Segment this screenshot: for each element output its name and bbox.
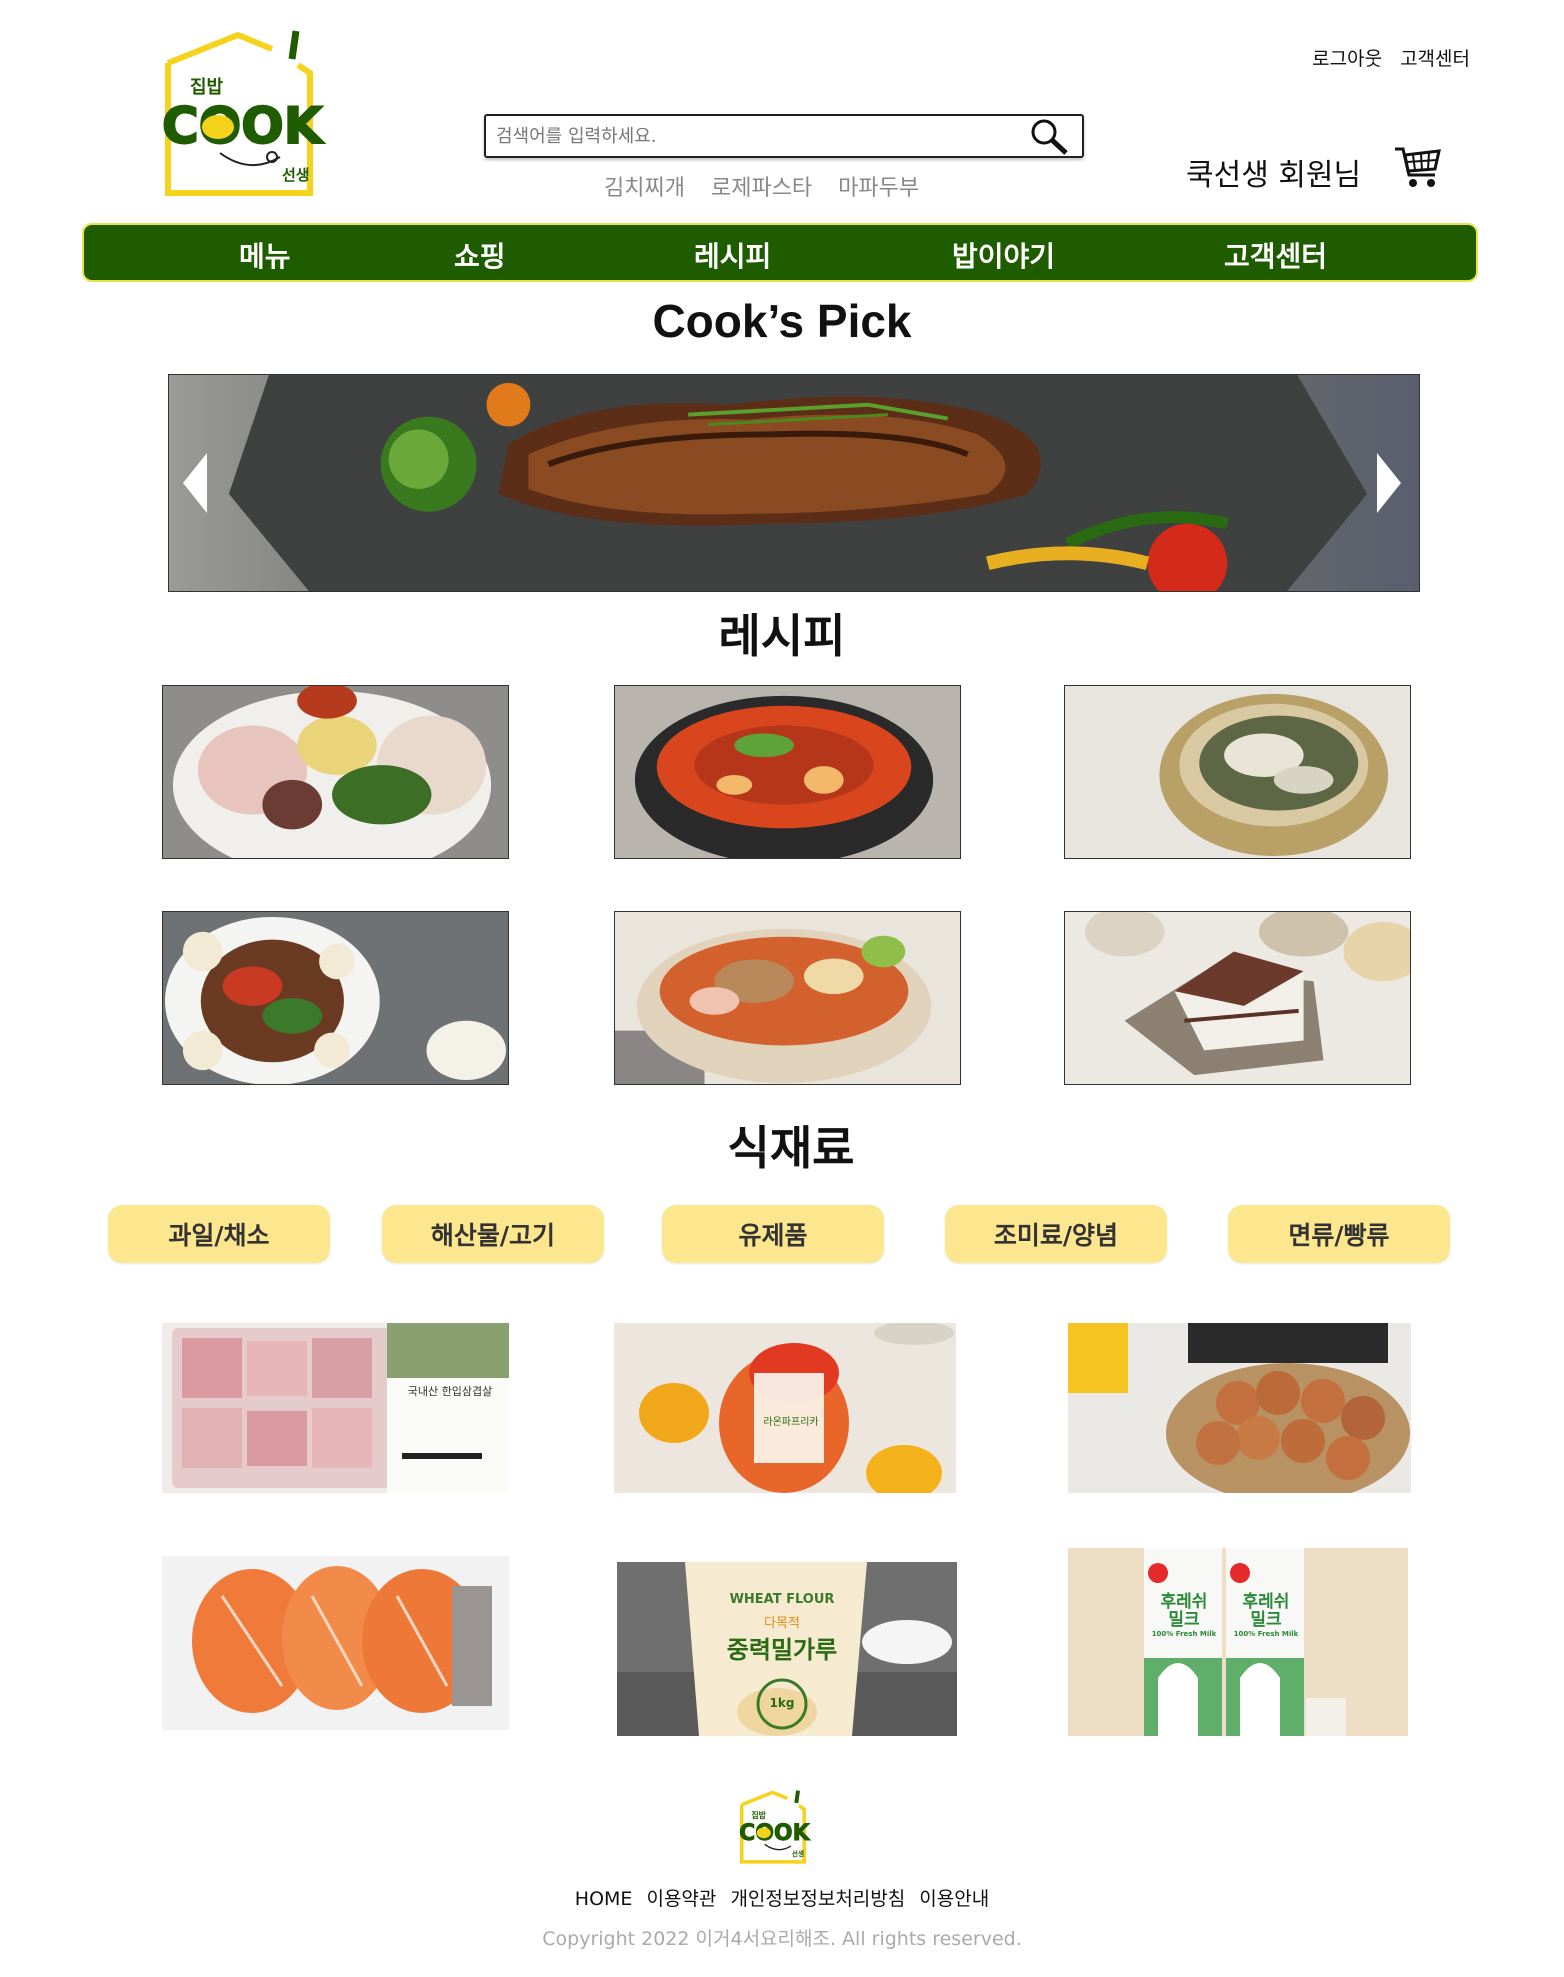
milk-sub-label: 100% Fresh Milk [1151, 1630, 1217, 1638]
milk-carton-2-label: 후레쉬 밀크 100% Fresh Milk [1228, 1593, 1304, 1639]
milk-sub-label: 100% Fresh Milk [1233, 1630, 1299, 1638]
banner-next-arrow-icon[interactable] [1369, 443, 1409, 523]
steak-image [228, 375, 1368, 591]
nav-item-recipe[interactable]: 레시피 [694, 235, 771, 275]
milk-name-line-1: 후레쉬 [1160, 1592, 1208, 1612]
search-input[interactable] [496, 122, 1006, 150]
logo-graphic: 집밥 COOK 선생 [739, 1790, 811, 1864]
footer-logo[interactable]: 집밥 COOK 선생 [738, 1788, 822, 1865]
pork-package-label: 국내산 한입삼겹살 [407, 1385, 493, 1398]
milk-name-line-1: 후레쉬 [1242, 1592, 1290, 1612]
hero-banner [168, 374, 1420, 592]
product-paprika[interactable]: 라온파프리카 [614, 1323, 956, 1493]
recipe-card-japchae[interactable] [162, 911, 509, 1085]
search-icon[interactable] [1026, 116, 1074, 156]
recipe-card-seaweed-rice[interactable] [1064, 685, 1411, 859]
flour-top-label: WHEAT FLOUR [729, 1592, 835, 1607]
category-seafood-meat-button[interactable]: 해산물/고기 [382, 1205, 604, 1263]
paprika-package-label: 라온파프리카 [763, 1417, 819, 1428]
svg-text:집밥: 집밥 [751, 1810, 766, 1820]
recipe-card-spicy-stew[interactable] [614, 911, 961, 1085]
svg-text:선생: 선생 [792, 1849, 804, 1858]
logout-link[interactable]: 로그아웃 [1312, 44, 1382, 71]
logo-graphic: 집밥 COOK 선생 [161, 30, 326, 196]
category-seasoning-button[interactable]: 조미료/양념 [945, 1205, 1167, 1263]
footer-link-terms[interactable]: 이용약관 [646, 1888, 716, 1910]
user-greeting: 쿡선생 회원님 [1186, 158, 1362, 193]
keyword-link[interactable]: 김치찌개 [604, 170, 685, 202]
milk-carton-1-label: 후레쉬 밀크 100% Fresh Milk [1146, 1593, 1222, 1639]
milk-name-line-2: 밀크 [1250, 1610, 1282, 1630]
recipe-card-tiramisu-rice-cake[interactable] [1064, 911, 1411, 1085]
product-flour[interactable]: WHEAT FLOUR 다목적 중력밀가루 1kg [617, 1562, 957, 1736]
category-fruit-vegetable-button[interactable]: 과일/채소 [108, 1205, 330, 1263]
category-noodle-bread-button[interactable]: 면류/빵류 [1228, 1205, 1450, 1263]
footer-link-home[interactable]: HOME [575, 1888, 633, 1910]
product-fresh-milk[interactable]: 후레쉬 밀크 100% Fresh Milk 후레쉬 밀크 100% Fresh… [1068, 1548, 1408, 1736]
nav-item-menu[interactable]: 메뉴 [239, 235, 291, 275]
product-eggs[interactable] [1068, 1323, 1411, 1493]
svg-text:선생: 선생 [282, 166, 310, 184]
recipe-section-title: 레시피 [718, 609, 846, 663]
svg-text:COOK: COOK [162, 97, 325, 155]
flour-weight-label: 1kg [769, 1696, 795, 1710]
milk-name-line-2: 밀크 [1168, 1610, 1200, 1630]
copyright-text: Copyright 2022 이거4서요리해조. All rights rese… [542, 1928, 1022, 1950]
cooks-pick-title: Cook’s Pick [652, 295, 912, 347]
footer-link-privacy[interactable]: 개인정보정보처리방침 [730, 1888, 905, 1910]
recipe-card-kimchi-stew[interactable] [614, 685, 961, 859]
top-links: 로그아웃 고객센터 [1312, 44, 1470, 71]
keyword-link[interactable]: 로제파스타 [711, 170, 812, 202]
site-logo[interactable]: 집밥 COOK 선생 [160, 25, 350, 200]
svg-text:COOK: COOK [739, 1821, 811, 1846]
footer-links: HOME 이용약관 개인정보정보처리방침 이용안내 [0, 1884, 1564, 1911]
nav-item-customer-center[interactable]: 고객센터 [1224, 235, 1327, 275]
cart-icon[interactable] [1393, 145, 1441, 189]
search-box [484, 114, 1084, 158]
ingredient-section-title: 식재료 [727, 1121, 855, 1175]
banner-prev-arrow-icon[interactable] [175, 443, 215, 523]
category-dairy-button[interactable]: 유제품 [662, 1205, 884, 1263]
svg-text:집밥: 집밥 [190, 77, 224, 98]
flour-brand-label: 다목적 [764, 1616, 800, 1631]
customer-center-link[interactable]: 고객센터 [1400, 44, 1470, 71]
keyword-link[interactable]: 마파두부 [838, 170, 919, 202]
product-salmon[interactable] [162, 1556, 509, 1730]
product-pork-belly[interactable]: 국내산 한입삼겹살 [162, 1323, 509, 1493]
footer-link-guide[interactable]: 이용안내 [919, 1888, 989, 1910]
nav-item-bab-story[interactable]: 밥이야기 [952, 235, 1055, 275]
flour-name-label: 중력밀가루 [726, 1636, 838, 1664]
popular-keywords: 김치찌개 로제파스타 마파두부 [604, 170, 919, 202]
main-nav: 메뉴 쇼핑 레시피 밥이야기 고객센터 [82, 223, 1478, 282]
recipe-card-bossam[interactable] [162, 685, 509, 859]
nav-item-shopping[interactable]: 쇼핑 [454, 235, 506, 275]
